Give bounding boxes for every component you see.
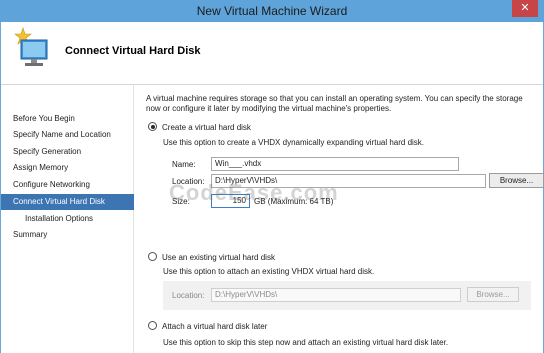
title-bar[interactable]: New Virtual Machine Wizard ✕: [0, 0, 544, 22]
existing-vhd-radio[interactable]: [148, 252, 157, 261]
create-vhd-radio[interactable]: [148, 122, 157, 131]
nav-item-connect-virtual-hard-disk[interactable]: Connect Virtual Hard Disk: [1, 194, 134, 210]
nav-item-specify-name-location[interactable]: Specify Name and Location: [1, 127, 134, 143]
existing-vhd-fields: Location: D:\HyperV\VHDs\ Browse...: [163, 281, 531, 310]
nav-item-installation-options[interactable]: Installation Options: [1, 211, 134, 227]
name-label: Name:: [172, 160, 196, 169]
page-title: Connect Virtual Hard Disk: [65, 45, 201, 57]
page-description: A virtual machine requires storage so th…: [146, 94, 523, 113]
wizard-header: Connect Virtual Hard Disk: [1, 22, 543, 85]
watermark: CodeEase.com: [169, 180, 339, 205]
wizard-window: New Virtual Machine Wizard ✕ Connect Vir…: [0, 0, 544, 353]
attach-later-radio[interactable]: [148, 321, 157, 330]
nav-item-summary[interactable]: Summary: [1, 227, 134, 243]
create-vhd-hint: Use this option to create a VHDX dynamic…: [163, 138, 425, 147]
existing-vhd-hint: Use this option to attach an existing VH…: [163, 267, 375, 276]
nav-item-specify-generation[interactable]: Specify Generation: [1, 144, 134, 160]
attach-later-label: Attach a virtual hard disk later: [162, 322, 268, 331]
nav-item-before-you-begin[interactable]: Before You Begin: [1, 111, 134, 127]
window-title: New Virtual Machine Wizard: [196, 4, 348, 18]
create-vhd-label: Create a virtual hard disk: [162, 123, 251, 132]
nav-item-configure-networking[interactable]: Configure Networking: [1, 177, 134, 193]
wizard-steps-nav: Before You Begin Specify Name and Locati…: [1, 85, 134, 353]
attach-later-option[interactable]: Attach a virtual hard disk later: [148, 321, 267, 331]
existing-vhd-label: Use an existing virtual hard disk: [162, 253, 275, 262]
wizard-content: A virtual machine requires storage so th…: [135, 85, 544, 353]
existing-location-label: Location:: [172, 291, 205, 300]
attach-later-hint: Use this option to skip this step now an…: [163, 338, 449, 347]
wizard-client-area: Connect Virtual Hard Disk Before You Beg…: [1, 22, 544, 353]
nav-item-assign-memory[interactable]: Assign Memory: [1, 160, 134, 176]
browse-button[interactable]: Browse...: [489, 173, 544, 188]
existing-vhd-option[interactable]: Use an existing virtual hard disk: [148, 252, 275, 262]
vm-wizard-icon: [14, 27, 48, 66]
existing-browse-button[interactable]: Browse...: [467, 287, 519, 302]
vhd-name-input[interactable]: Win___.vhdx: [211, 157, 459, 171]
create-vhd-option[interactable]: Create a virtual hard disk: [148, 122, 251, 132]
close-button[interactable]: ✕: [512, 0, 538, 17]
existing-location-input[interactable]: D:\HyperV\VHDs\: [211, 288, 461, 302]
